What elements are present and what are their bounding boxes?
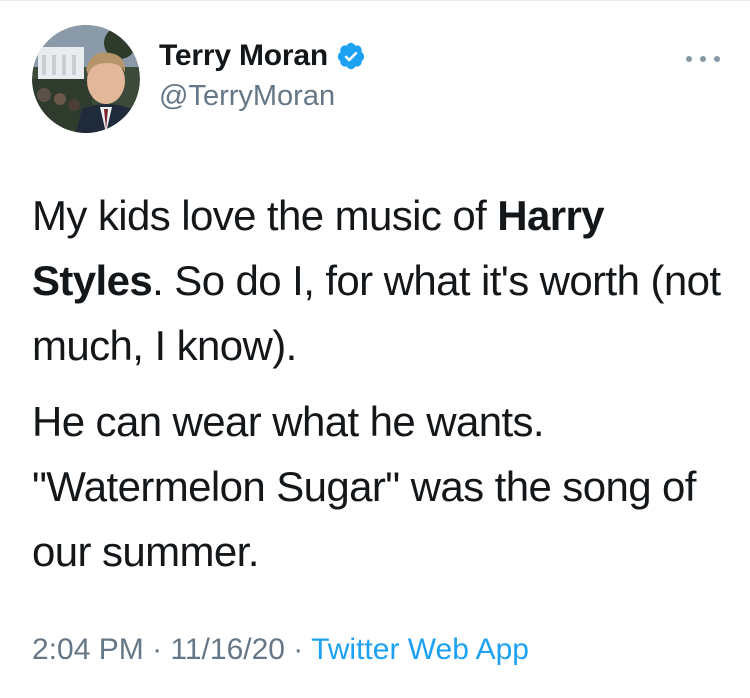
tweet-text-segment: My kids love the music of	[32, 192, 498, 239]
more-horizontal-icon[interactable]	[686, 52, 720, 66]
separator: ·	[284, 633, 312, 666]
tweet-source-link[interactable]: Twitter Web App	[311, 633, 529, 666]
handle[interactable]: @TerryMoran	[159, 80, 366, 113]
top-divider	[0, 0, 750, 1]
tweet-metadata: 2:04 PM · 11/16/20 · Twitter Web App	[32, 633, 529, 667]
verified-badge-icon	[337, 42, 365, 70]
tweet-time[interactable]: 2:04 PM	[32, 633, 144, 666]
tweet-date[interactable]: 11/16/20	[170, 633, 285, 666]
tweet-paragraph-1: My kids love the music of Harry Styles. …	[32, 183, 722, 378]
separator: ·	[143, 633, 171, 666]
display-name[interactable]: Terry Moran	[159, 39, 328, 73]
tweet-text: My kids love the music of Harry Styles. …	[32, 183, 722, 584]
avatar[interactable]	[32, 25, 140, 133]
tweet-header: Terry Moran @TerryMoran	[32, 22, 722, 138]
tweet-paragraph-2: He can wear what he wants. "Watermelon S…	[32, 398, 696, 575]
